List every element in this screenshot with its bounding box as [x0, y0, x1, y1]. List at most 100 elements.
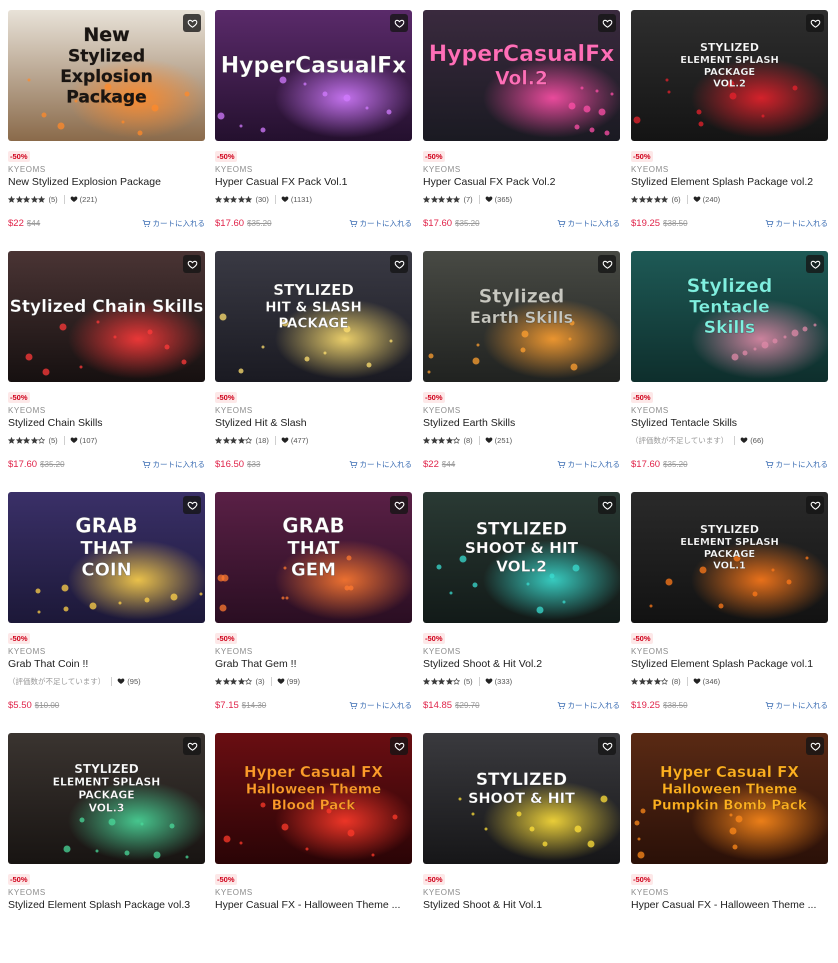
add-to-cart-button[interactable]: カートに入れる: [557, 218, 620, 229]
add-to-cart-button[interactable]: カートに入れる: [557, 459, 620, 470]
publisher-name[interactable]: KYEOMS: [423, 647, 461, 656]
product-card[interactable]: STYLIZED SHOOT & HIT VOL.2 -50% KYEOMS Styliz…: [423, 492, 620, 722]
product-thumbnail[interactable]: GRAB THAT COIN: [8, 492, 205, 623]
discount-badge: -50%: [631, 633, 653, 644]
product-title[interactable]: Stylized Tentacle Skills: [631, 417, 828, 429]
wishlist-button[interactable]: [390, 496, 408, 514]
favorite-count: (221): [70, 195, 97, 204]
product-title[interactable]: Hyper Casual FX Pack Vol.2: [423, 176, 620, 188]
wishlist-button[interactable]: [598, 14, 616, 32]
wishlist-button[interactable]: [390, 737, 408, 755]
wishlist-button[interactable]: [598, 737, 616, 755]
add-to-cart-button[interactable]: カートに入れる: [765, 459, 828, 470]
wishlist-button[interactable]: [806, 14, 824, 32]
product-thumbnail[interactable]: HyperCasualFx Vol.2: [423, 10, 620, 141]
wishlist-button[interactable]: [806, 255, 824, 273]
product-card[interactable]: Stylized Earth Skills -50% KYEOMS Stylized E…: [423, 251, 620, 481]
product-title[interactable]: Hyper Casual FX - Halloween Theme ...: [631, 899, 828, 911]
add-to-cart-button[interactable]: カートに入れる: [557, 700, 620, 711]
product-card[interactable]: HyperCasualFx Vol.2 -50% KYEOMS Hyper Casual…: [423, 10, 620, 240]
wishlist-button[interactable]: [183, 255, 201, 273]
product-thumbnail[interactable]: STYLIZED SHOOT & HIT VOL.2: [423, 492, 620, 623]
product-thumbnail[interactable]: New Stylized Explosion Package: [8, 10, 205, 141]
add-to-cart-button[interactable]: カートに入れる: [142, 459, 205, 470]
product-card[interactable]: Hyper Casual FX Halloween Theme Blood Pack…: [215, 733, 412, 963]
product-title[interactable]: Hyper Casual FX Pack Vol.1: [215, 176, 412, 188]
publisher-name[interactable]: KYEOMS: [8, 406, 46, 415]
publisher-name[interactable]: KYEOMS: [631, 647, 669, 656]
product-title[interactable]: Stylized Shoot & Hit Vol.1: [423, 899, 620, 911]
product-card[interactable]: HyperCasualFx -50% KYEOMS Hyper Casual FX P…: [215, 10, 412, 240]
wishlist-button[interactable]: [183, 496, 201, 514]
product-thumbnail[interactable]: STYLIZED ELEMENT SPLASH PACKAGE VOL.2: [631, 10, 828, 141]
product-title[interactable]: Stylized Shoot & Hit Vol.2: [423, 658, 620, 670]
publisher-name[interactable]: KYEOMS: [215, 165, 253, 174]
publisher-name[interactable]: KYEOMS: [631, 406, 669, 415]
product-thumbnail[interactable]: Hyper Casual FX Halloween Theme Blood Pack: [215, 733, 412, 864]
product-title[interactable]: Stylized Element Splash Package vol.2: [631, 176, 828, 188]
wishlist-button[interactable]: [390, 255, 408, 273]
publisher-name[interactable]: KYEOMS: [423, 406, 461, 415]
publisher-name[interactable]: KYEOMS: [423, 165, 461, 174]
product-card[interactable]: Stylized Chain Skills -50% KYEOMS Stylized …: [8, 251, 205, 481]
add-to-cart-button[interactable]: カートに入れる: [142, 218, 205, 229]
add-to-cart-button[interactable]: カートに入れる: [765, 700, 828, 711]
product-thumbnail[interactable]: Stylized Tentacle Skills: [631, 251, 828, 382]
product-card[interactable]: Hyper Casual FX Halloween Theme Pumpkin Bo…: [631, 733, 828, 963]
add-to-cart-button[interactable]: カートに入れる: [349, 700, 412, 711]
product-card[interactable]: STYLIZED SHOOT & HIT -50% KYEOMS Stylized Sh…: [423, 733, 620, 963]
publisher-name[interactable]: KYEOMS: [215, 406, 253, 415]
star-filled-icon: [15, 436, 24, 444]
product-title[interactable]: Stylized Chain Skills: [8, 417, 205, 429]
publisher-name[interactable]: KYEOMS: [631, 165, 669, 174]
publisher-name[interactable]: KYEOMS: [8, 647, 46, 656]
heart-icon: [281, 436, 289, 444]
product-title[interactable]: Hyper Casual FX - Halloween Theme ...: [215, 899, 412, 911]
publisher-name[interactable]: KYEOMS: [215, 888, 253, 897]
add-to-cart-button[interactable]: カートに入れる: [349, 459, 412, 470]
publisher-name[interactable]: KYEOMS: [8, 165, 46, 174]
publisher-name[interactable]: KYEOMS: [215, 647, 253, 656]
product-thumbnail[interactable]: STYLIZED ELEMENT SPLASH PACKAGE VOL.3: [8, 733, 205, 864]
product-thumbnail[interactable]: STYLIZED SHOOT & HIT: [423, 733, 620, 864]
wishlist-button[interactable]: [183, 737, 201, 755]
product-card[interactable]: New Stylized Explosion Package -50% KYEOMS New…: [8, 10, 205, 240]
publisher-name[interactable]: KYEOMS: [8, 888, 46, 897]
add-to-cart-button[interactable]: カートに入れる: [349, 218, 412, 229]
wishlist-button[interactable]: [390, 14, 408, 32]
thumbnail-art: GRABTHATGEM: [215, 492, 412, 623]
product-card[interactable]: GRAB THAT GEM -50% KYEOMS Grab That Gem !! (3)…: [215, 492, 412, 722]
product-thumbnail[interactable]: HyperCasualFx: [215, 10, 412, 141]
star-filled-icon: [631, 195, 639, 203]
cart-icon: [557, 701, 568, 710]
product-thumbnail[interactable]: Stylized Earth Skills: [423, 251, 620, 382]
product-title[interactable]: Grab That Gem !!: [215, 658, 412, 670]
wishlist-button[interactable]: [183, 14, 201, 32]
publisher-name[interactable]: KYEOMS: [631, 888, 669, 897]
thumbnail-text: Stylized: [68, 46, 145, 66]
product-thumbnail[interactable]: Stylized Chain Skills: [8, 251, 205, 382]
product-thumbnail[interactable]: STYLIZED HIT & SLASH PACKAGE: [215, 251, 412, 382]
wishlist-button[interactable]: [598, 496, 616, 514]
product-title[interactable]: Grab That Coin !!: [8, 658, 205, 670]
add-to-cart-button[interactable]: カートに入れる: [765, 218, 828, 229]
product-card[interactable]: STYLIZED ELEMENT SPLASH PACKAGE VOL.1 -50% KY…: [631, 492, 828, 722]
product-thumbnail[interactable]: GRAB THAT GEM: [215, 492, 412, 623]
wishlist-button[interactable]: [598, 255, 616, 273]
product-card[interactable]: Stylized Tentacle Skills -50% KYEOMS Stylized…: [631, 251, 828, 481]
product-title[interactable]: Stylized Hit & Slash: [215, 417, 412, 429]
rating-row: (6) (240): [631, 193, 720, 205]
product-card[interactable]: STYLIZED ELEMENT SPLASH PACKAGE VOL.3 -50% KY…: [8, 733, 205, 963]
product-title[interactable]: New Stylized Explosion Package: [8, 176, 205, 188]
wishlist-button[interactable]: [806, 496, 824, 514]
product-thumbnail[interactable]: Hyper Casual FX Halloween Theme Pumpkin Bo…: [631, 733, 828, 864]
product-title[interactable]: Stylized Earth Skills: [423, 417, 620, 429]
product-title[interactable]: Stylized Element Splash Package vol.3: [8, 899, 205, 911]
product-card[interactable]: GRAB THAT COIN -50% KYEOMS Grab That Coin !! （…: [8, 492, 205, 722]
product-card[interactable]: STYLIZED ELEMENT SPLASH PACKAGE VOL.2 -50% KY…: [631, 10, 828, 240]
publisher-name[interactable]: KYEOMS: [423, 888, 461, 897]
product-title[interactable]: Stylized Element Splash Package vol.1: [631, 658, 828, 670]
product-card[interactable]: STYLIZED HIT & SLASH PACKAGE -50% KYEOMS Styl…: [215, 251, 412, 481]
product-thumbnail[interactable]: STYLIZED ELEMENT SPLASH PACKAGE VOL.1: [631, 492, 828, 623]
wishlist-button[interactable]: [806, 737, 824, 755]
